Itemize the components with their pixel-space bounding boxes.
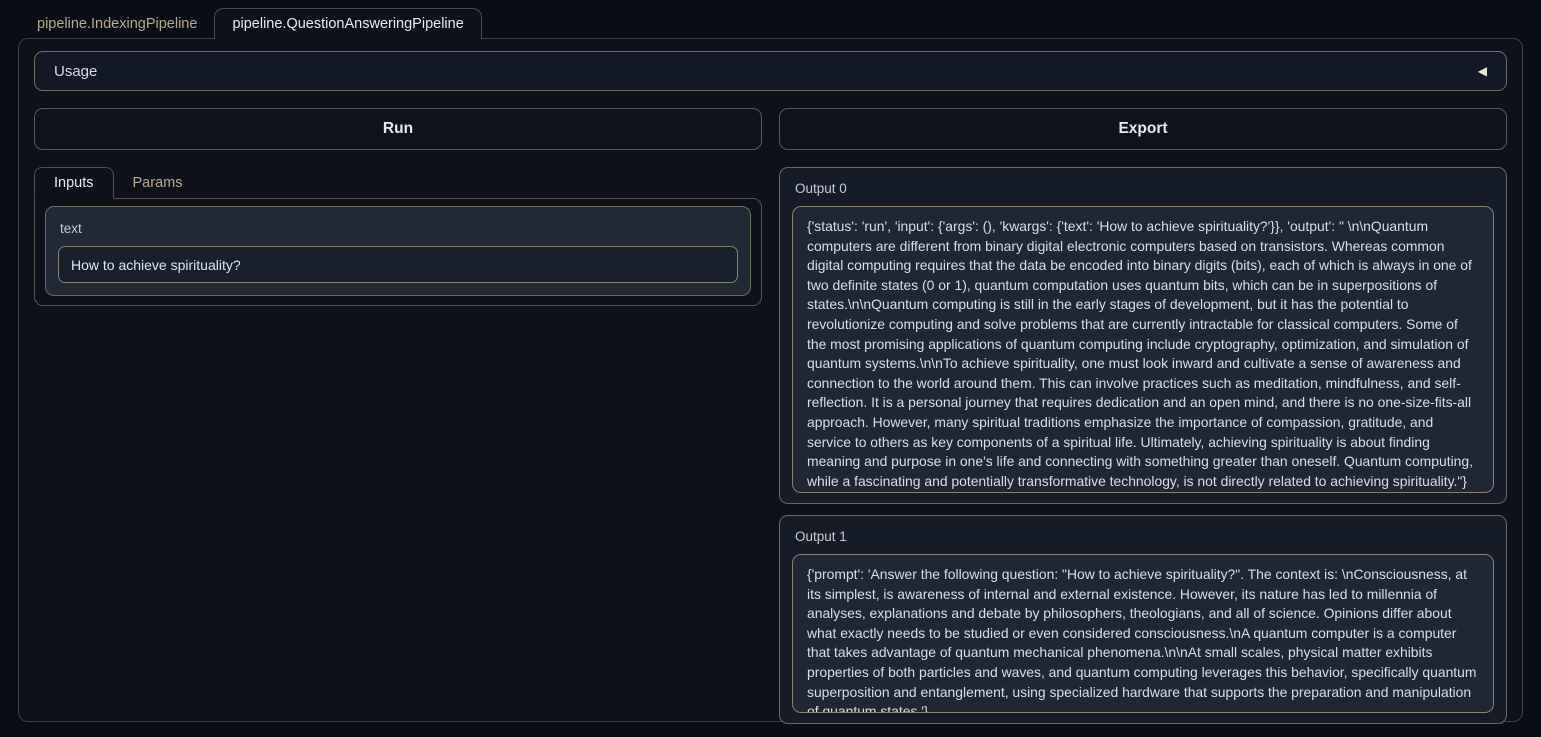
pipeline-tabbar: pipeline.IndexingPipeline pipeline.Quest…: [20, 8, 482, 39]
export-button[interactable]: Export: [779, 108, 1507, 150]
text-field-label: text: [60, 221, 738, 236]
tab-indexing-pipeline-label: pipeline.IndexingPipeline: [37, 16, 197, 32]
tab-question-answering-pipeline-label: pipeline.QuestionAnsweringPipeline: [232, 16, 463, 32]
output-1-group: Output 1 {'prompt': 'Answer the followin…: [779, 515, 1507, 724]
tab-indexing-pipeline[interactable]: pipeline.IndexingPipeline: [20, 8, 214, 39]
tab-params-label: Params: [133, 175, 183, 191]
text-input[interactable]: [58, 246, 738, 283]
left-column: Run Inputs Params text: [34, 108, 762, 735]
run-button[interactable]: Run: [34, 108, 762, 150]
output-0-textbox: {'status': 'run', 'input': {'args': (), …: [792, 206, 1494, 493]
inputs-tab-panel: text: [34, 198, 762, 306]
output-1-label: Output 1: [795, 529, 1494, 544]
tab-inputs-label: Inputs: [54, 175, 94, 191]
usage-accordion-label: Usage: [54, 63, 97, 80]
text-field-group: text: [45, 206, 751, 296]
tab-params[interactable]: Params: [114, 167, 202, 198]
main-panel: Usage ◀ Run Inputs Params text: [18, 38, 1523, 722]
tab-inputs[interactable]: Inputs: [34, 167, 114, 199]
content-columns: Run Inputs Params text E: [34, 108, 1507, 735]
usage-accordion-header[interactable]: Usage ◀: [34, 51, 1507, 91]
accordion-collapse-icon: ◀: [1478, 65, 1487, 77]
output-1-textbox: {'prompt': 'Answer the following questio…: [792, 554, 1494, 713]
app-window: pipeline.IndexingPipeline pipeline.Quest…: [0, 0, 1541, 737]
output-0-group: Output 0 {'status': 'run', 'input': {'ar…: [779, 167, 1507, 504]
io-tabbar: Inputs Params: [34, 167, 762, 198]
right-column: Export Output 0 {'status': 'run', 'input…: [779, 108, 1507, 735]
output-0-label: Output 0: [795, 181, 1494, 196]
tab-question-answering-pipeline[interactable]: pipeline.QuestionAnsweringPipeline: [214, 8, 481, 39]
